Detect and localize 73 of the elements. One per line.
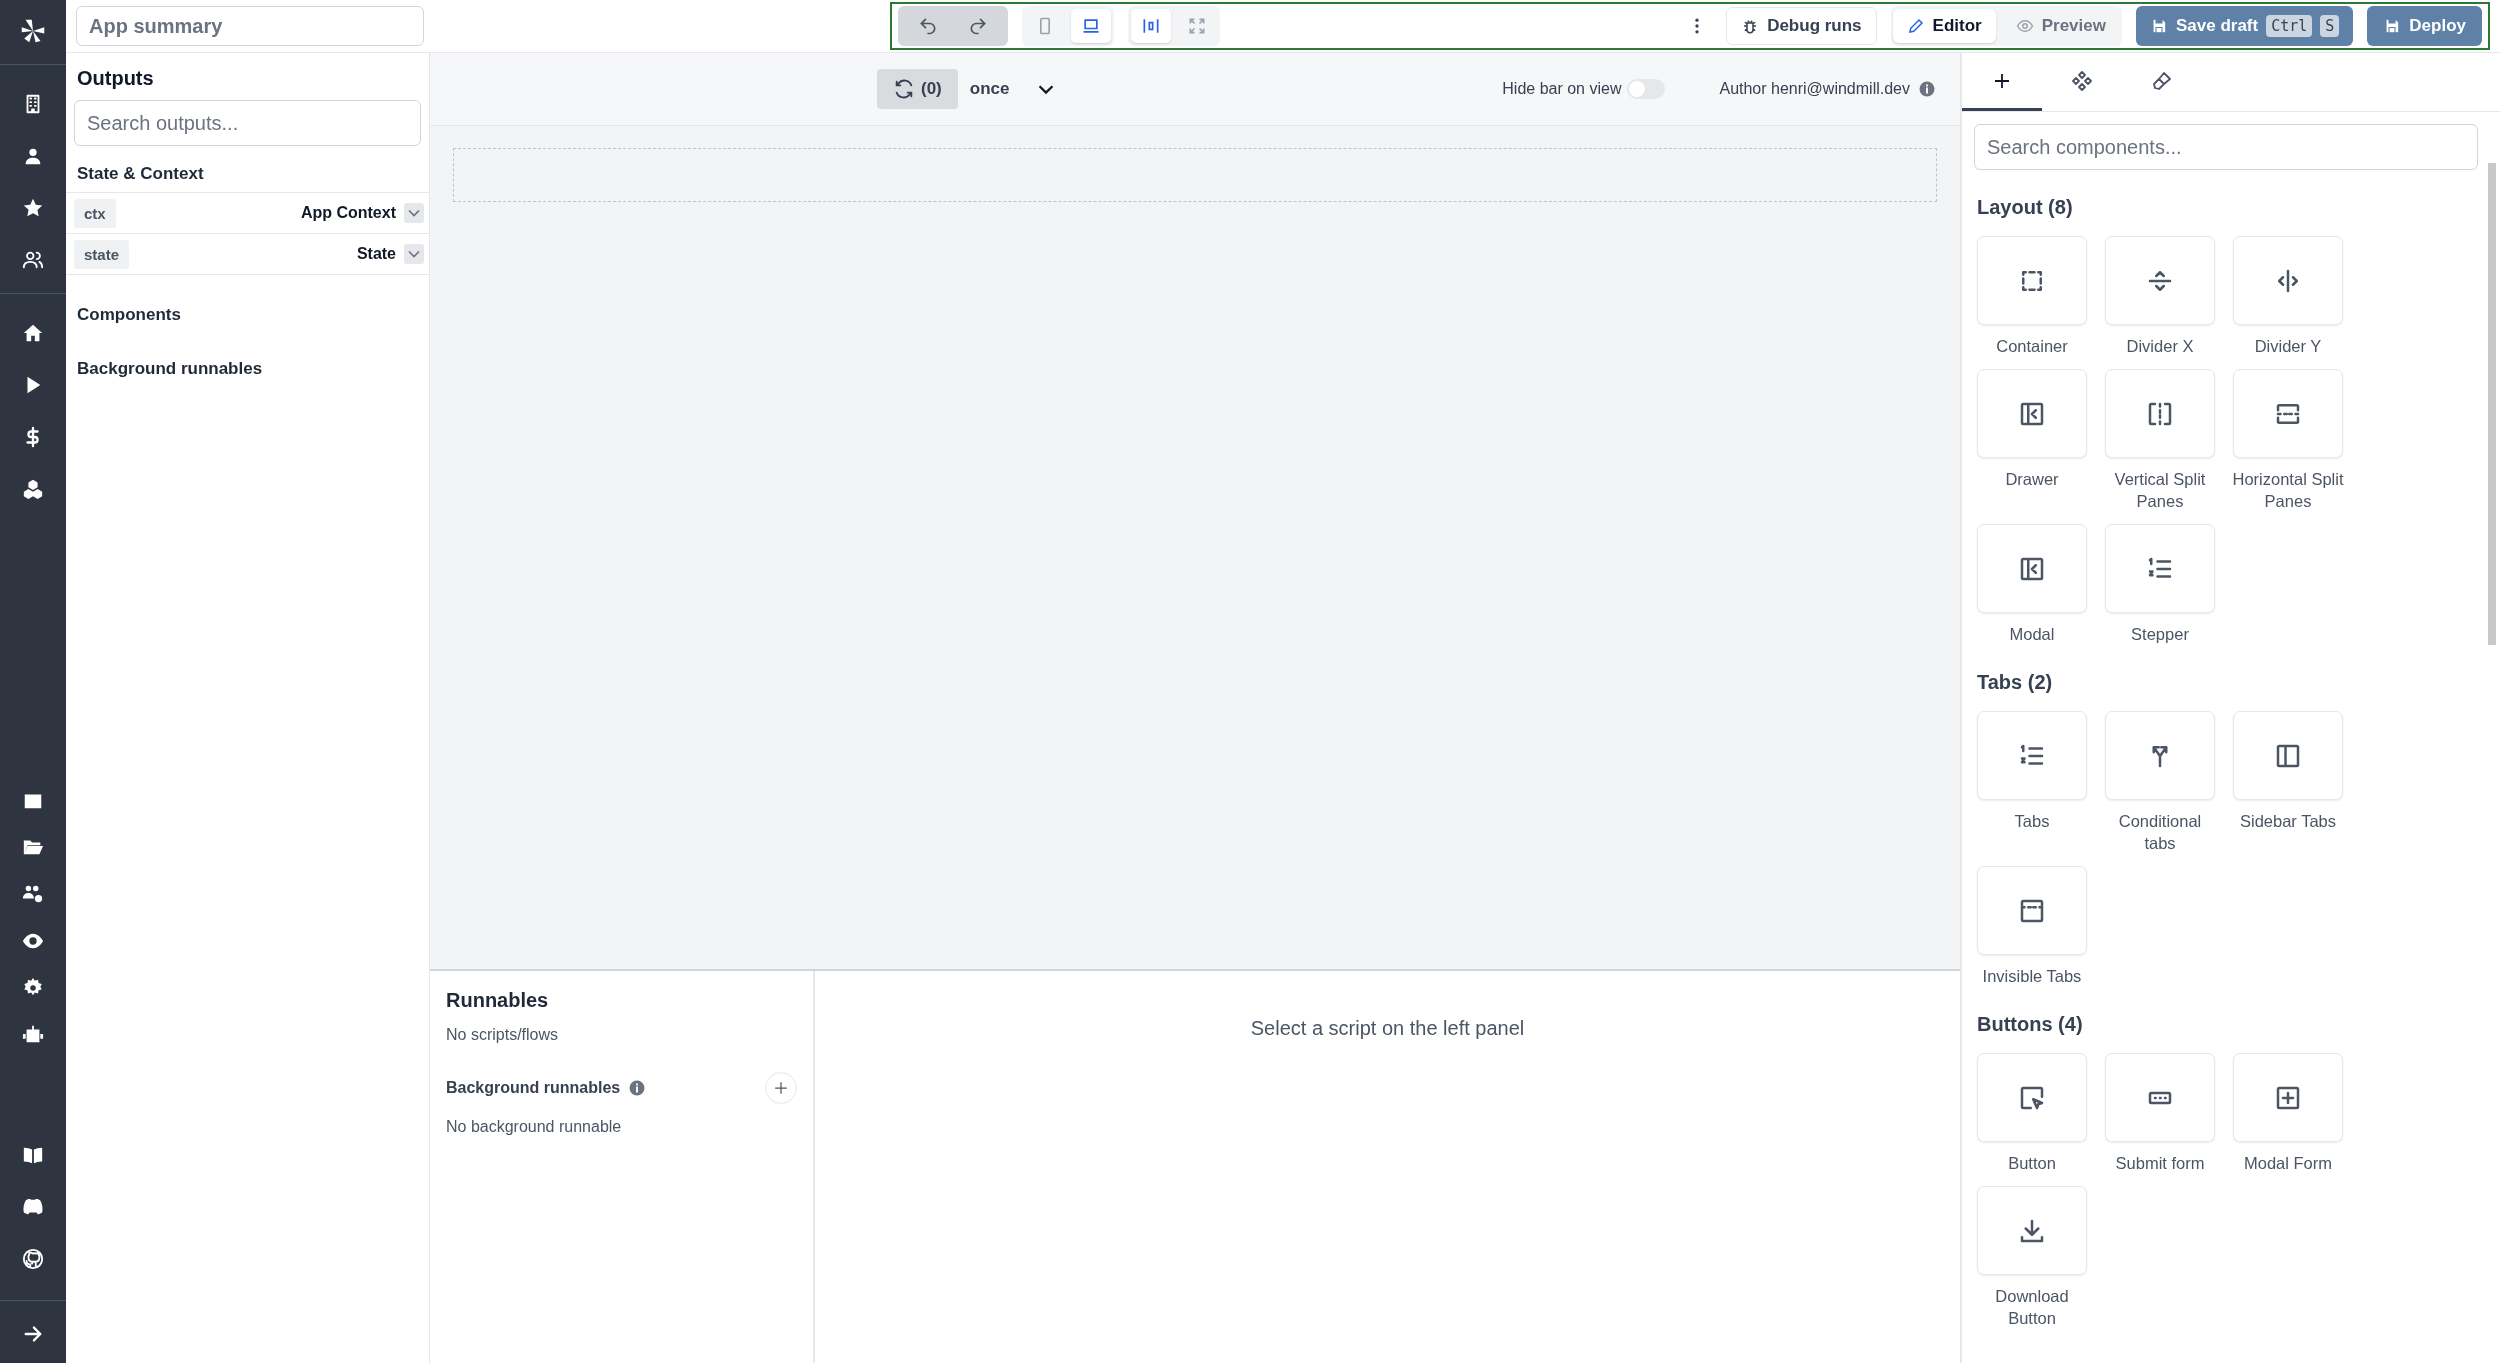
refresh-icon	[893, 78, 915, 100]
fit-width-button[interactable]	[1131, 9, 1171, 43]
group-title: Tabs (2)	[1977, 671, 2054, 694]
laptop-view-button[interactable]	[1071, 9, 1111, 43]
expand-button[interactable]	[404, 203, 424, 223]
component-label: Horizontal Split Panes	[2232, 469, 2344, 512]
component-label: Invisible Tabs	[1981, 966, 2083, 987]
hide-bar-label: Hide bar on view	[1502, 80, 1622, 98]
info-icon	[1918, 80, 1936, 98]
empty-message: No background runnable	[446, 1118, 623, 1136]
component-label: Button	[2007, 1153, 2057, 1174]
section-title: Background runnables	[76, 358, 264, 380]
users-icon[interactable]	[22, 249, 44, 271]
debug-runs-button[interactable]: Debug runs	[1726, 7, 1877, 45]
component-label: Stepper	[2130, 624, 2190, 645]
empty-message: Select a script on the left panel	[1250, 1017, 1525, 1041]
component-label: Divider X	[2125, 336, 2195, 357]
diamonds-icon	[2070, 68, 2094, 93]
component-card[interactable]	[2233, 711, 2343, 800]
editor-mode-tab[interactable]: Editor	[1892, 9, 1996, 43]
component-label: Tabs	[2013, 811, 2051, 832]
scrollbar[interactable]	[2488, 163, 2496, 645]
home-icon[interactable]	[22, 322, 44, 344]
undo-icon[interactable]	[918, 16, 938, 36]
section-title: Components	[76, 304, 182, 326]
group-title: Layout (8)	[1977, 196, 2074, 219]
component-label: Container	[1995, 336, 2069, 357]
component-card[interactable]	[2233, 1053, 2343, 1142]
component-label: Drawer	[2004, 469, 2060, 490]
search-outputs-field[interactable]: Search outputs...	[74, 100, 421, 146]
cubes-icon[interactable]	[22, 478, 44, 500]
arrow-right-icon[interactable]	[22, 1323, 44, 1345]
laptop-icon	[1081, 16, 1101, 36]
expand-icon	[1187, 16, 1207, 36]
empty-message: No scripts/flows	[446, 1026, 560, 1044]
component-label: Modal	[2008, 624, 2056, 645]
component-label: Divider Y	[2253, 336, 2323, 357]
app-summary-field[interactable]: App summary	[76, 6, 424, 46]
output-label: State	[356, 245, 396, 263]
author-label: Author henri@windmill.dev	[1719, 80, 1910, 98]
component-label: Download Button	[1994, 1286, 2070, 1329]
component-label: Conditional tabs	[2117, 811, 2203, 854]
component-card[interactable]	[1977, 524, 2087, 613]
refresh-button[interactable]: (0)	[877, 69, 958, 109]
save-draft-button[interactable]: Save draft Ctrl S	[2135, 6, 2354, 46]
info-icon	[628, 1079, 647, 1097]
search-components-field[interactable]: Search components...	[1974, 124, 2478, 170]
add-button[interactable]	[765, 1072, 797, 1104]
outputs-title: Outputs	[76, 66, 155, 91]
deploy-button[interactable]: Deploy	[2367, 6, 2482, 46]
output-key-badge: ctx	[74, 198, 116, 228]
users-gear-icon[interactable]	[22, 883, 44, 905]
eye-icon	[2015, 17, 2034, 35]
hide-bar-toggle[interactable]	[1627, 79, 1666, 99]
component-label: Submit form	[2114, 1153, 2206, 1174]
section-title: State & Context	[76, 163, 205, 185]
output-label: App Context	[300, 204, 396, 222]
star-icon[interactable]	[22, 197, 44, 219]
output-key-badge: state	[74, 239, 130, 269]
more-options-icon[interactable]	[1694, 16, 1701, 36]
runnables-title: Runnables	[446, 989, 550, 1012]
component-card[interactable]	[1977, 369, 2087, 458]
component-label: Vertical Split Panes	[2113, 469, 2207, 512]
preview-mode-tab[interactable]: Preview	[2001, 9, 2120, 43]
expand-button[interactable]	[404, 244, 424, 264]
group-title: Buttons (4)	[1977, 1013, 2084, 1036]
redo-icon[interactable]	[968, 16, 988, 36]
component-label: Sidebar Tabs	[2239, 811, 2337, 832]
background-runnables-title: Background runnables	[446, 1079, 621, 1097]
refresh-interval-select[interactable]: once	[963, 77, 1064, 101]
pencil-icon	[1906, 17, 1925, 35]
component-label: Modal Form	[2243, 1153, 2333, 1174]
fit-width-icon	[1141, 16, 1161, 36]
